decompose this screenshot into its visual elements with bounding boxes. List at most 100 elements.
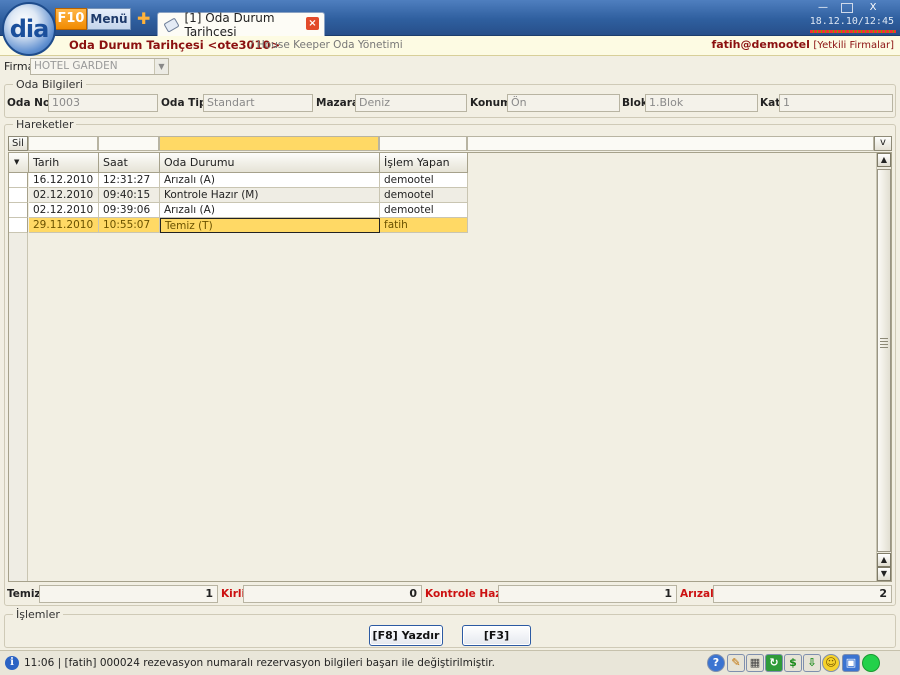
cell-oda-durumu-focused[interactable]: Temiz (T)	[160, 218, 380, 233]
maximize-button[interactable]	[841, 3, 853, 13]
status-message: 11:06 | [fatih] 000024 rezevasyon numara…	[24, 657, 495, 669]
cell-oda-durumu: Arızalı (A)	[160, 173, 380, 188]
page-title-bar: Oda Durum Tarihçesi <ote3010> / House Ke…	[0, 36, 900, 56]
row-indicator[interactable]	[9, 218, 28, 233]
scrollbar-thumb[interactable]	[877, 169, 891, 552]
clock: 18.12.10/12:45	[809, 16, 894, 27]
cell-saat: 09:39:06	[99, 203, 160, 218]
cell-tarih: 16.12.2010	[29, 173, 99, 188]
close-window-button[interactable]: X	[862, 2, 884, 14]
total-value-kirli: 0	[243, 585, 422, 603]
info-icon: i	[5, 656, 19, 670]
cell-oda-durumu: Kontrole Hazır (M)	[160, 188, 380, 203]
total-value-temiz: 1	[39, 585, 218, 603]
tag-icon	[163, 16, 181, 33]
refresh-icon[interactable]: ↻	[765, 654, 783, 672]
row-indicator[interactable]	[9, 203, 28, 218]
konum-field[interactable]: Ön	[507, 94, 620, 112]
smiley-icon[interactable]: ☺	[822, 654, 840, 672]
cell-saat: 09:40:15	[99, 188, 160, 203]
user-name[interactable]: fatih@demootel	[711, 38, 809, 51]
tab-label: [1] Oda Durum Tarihçesi	[184, 10, 275, 39]
scrollbar-grip-icon	[880, 338, 888, 350]
clock-indicator-bar	[810, 30, 896, 33]
oda-tipi-field[interactable]: Standart	[203, 94, 313, 112]
filter-islem-yapan[interactable]	[379, 136, 467, 151]
expand-button[interactable]: v	[874, 136, 892, 151]
authorized-firms-link[interactable]: [Yetkili Firmalar]	[813, 40, 894, 51]
oda-bilgileri-label: Oda Bilgileri	[13, 78, 86, 91]
page-subtitle: / House Keeper Oda Yönetimi	[250, 39, 403, 51]
konum-label: Konum	[470, 97, 512, 109]
print-button[interactable]: [F8] Yazdır ▼	[369, 625, 443, 660]
oda-no-field[interactable]: 1003	[48, 94, 158, 112]
islemler-group: İşlemler	[4, 608, 896, 648]
firma-select[interactable]: HOTEL GARDEN ▼	[30, 58, 169, 75]
table-row[interactable]: 16.12.2010 12:31:27 Arızalı (A) demootel	[9, 173, 468, 188]
column-header-tarih[interactable]: Tarih	[29, 153, 99, 173]
app-top-bar: F10 Menü ✚ [1] Oda Durum Tarihçesi × — X…	[0, 0, 900, 39]
column-header-islem-yapan[interactable]: İşlem Yapan	[380, 153, 468, 173]
cell-islem-yapan: demootel	[380, 203, 468, 218]
cell-saat: 10:55:07	[99, 218, 160, 233]
column-menu-icon[interactable]: ▼	[9, 153, 29, 173]
cell-islem-yapan: demootel	[380, 188, 468, 203]
cell-tarih: 02.12.2010	[29, 188, 99, 203]
row-indicator-gutter	[9, 233, 28, 581]
row-indicator[interactable]	[9, 188, 28, 203]
column-header-saat[interactable]: Saat	[99, 153, 160, 173]
cell-islem-yapan: fatih	[380, 218, 468, 233]
dia-logo[interactable]: dia	[2, 2, 56, 56]
row-indicator[interactable]	[9, 173, 28, 188]
print-button-label: [F8] Yazdır	[372, 629, 440, 642]
online-status-icon	[862, 654, 880, 672]
lock-icon[interactable]: ▣	[842, 654, 860, 672]
logo-text: dia	[9, 15, 50, 43]
cell-saat: 12:31:27	[99, 173, 160, 188]
cell-islem-yapan: demootel	[380, 173, 468, 188]
filter-saat[interactable]	[98, 136, 159, 151]
delete-button[interactable]: Sil	[8, 136, 28, 151]
total-label-temiz: Temiz	[7, 588, 41, 600]
total-value-kontrole-hazir: 1	[498, 585, 677, 603]
dollar-icon[interactable]: $	[784, 654, 802, 672]
close-tab-icon[interactable]: ×	[306, 17, 319, 30]
kat-label: Kat	[760, 97, 781, 109]
islemler-label: İşlemler	[13, 608, 63, 621]
cell-oda-durumu: Arızalı (A)	[160, 203, 380, 218]
status-bar: i 11:06 | [fatih] 000024 rezevasyon numa…	[0, 650, 900, 675]
filter-oda-durumu[interactable]	[159, 136, 379, 151]
kat-field[interactable]: 1	[779, 94, 893, 112]
minimize-button[interactable]: —	[812, 2, 834, 14]
help-icon[interactable]: ?	[707, 654, 725, 672]
movements-grid: ▼ Tarih Saat Oda Durumu İşlem Yapan 16.1…	[8, 152, 892, 582]
blok-field[interactable]: 1.Blok	[645, 94, 758, 112]
user-info: fatih@demootel [Yetkili Firmalar]	[711, 38, 894, 51]
total-label-kirli: Kirli	[221, 588, 246, 600]
mazara-label: Mazara	[316, 97, 359, 109]
vertical-scrollbar[interactable]: ▲ ▲ ▼	[876, 153, 891, 581]
total-label-arizali: Arızalı	[680, 588, 718, 600]
total-value-arizali: 2	[713, 585, 892, 603]
mazara-field[interactable]: Deniz	[355, 94, 467, 112]
scroll-page-up-icon[interactable]: ▲	[877, 553, 891, 567]
column-header-oda-durumu[interactable]: Oda Durumu	[160, 153, 380, 173]
scroll-up-icon[interactable]: ▲	[877, 153, 891, 167]
tab-oda-durum-tarihcesi[interactable]: [1] Oda Durum Tarihçesi ×	[157, 10, 325, 39]
f10-button[interactable]: F10	[55, 8, 87, 30]
oda-no-label: Oda No	[7, 97, 51, 109]
filter-tarih[interactable]	[28, 136, 98, 151]
table-row-selected[interactable]: 29.11.2010 10:55:07 Temiz (T) fatih	[9, 218, 468, 233]
new-tab-plus-icon[interactable]: ✚	[137, 11, 150, 27]
scroll-down-icon[interactable]: ▼	[877, 567, 891, 581]
download-icon[interactable]: ⇩	[803, 654, 821, 672]
menu-button[interactable]: Menü	[87, 8, 131, 30]
table-row[interactable]: 02.12.2010 09:40:15 Kontrole Hazır (M) d…	[9, 188, 468, 203]
tools-icon[interactable]: ✎	[727, 654, 745, 672]
filter-spacer	[467, 136, 874, 151]
blok-label: Blok	[622, 97, 648, 109]
table-row[interactable]: 02.12.2010 09:39:06 Arızalı (A) demootel	[9, 203, 468, 218]
calculator-icon[interactable]: ▦	[746, 654, 764, 672]
chevron-down-icon[interactable]: ▼	[154, 59, 168, 74]
cancel-button[interactable]: [F3] Vazgeç	[462, 625, 531, 661]
